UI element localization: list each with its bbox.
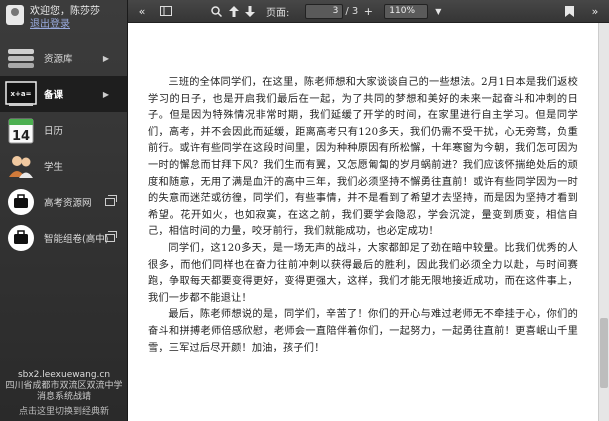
sidebar-item-lesson-prep[interactable]: x+a= 备课 ▶: [0, 76, 127, 112]
sidebar-item-label: 学生: [44, 162, 64, 173]
sidebar-item-label: 智能组卷(高中): [44, 234, 109, 245]
briefcase-icon: [4, 188, 38, 216]
school-name: 四川省成都市双流区双流中学: [5, 381, 123, 391]
sidebar-item-calendar[interactable]: 14 日历: [0, 112, 127, 148]
document-paragraph: 同学们，这120多天，是一场无声的战斗，大家都卸足了劲在暗中较量。比我们优秀的人…: [148, 242, 578, 304]
previous-page-icon[interactable]: [226, 3, 242, 19]
zoom-in-icon[interactable]: +: [360, 3, 376, 19]
search-icon[interactable]: [208, 3, 224, 19]
chevron-right-icon: ▶: [102, 89, 109, 99]
sidebar-item-students[interactable]: 学生: [0, 148, 127, 184]
svg-text:x+a=: x+a=: [11, 90, 32, 98]
sidebar: 欢迎您，陈莎莎 退出登录 资源库 ▶ x+a= 备课 ▶ 14 日历 学生 高考…: [0, 0, 128, 421]
chevron-down-icon[interactable]: ▼: [430, 3, 446, 19]
external-window-icon: [105, 231, 117, 242]
document-body: 三班的全体同学们，在这里，陈老师想和大家谈谈自己的一些想法。2月1日本是我们返校…: [128, 23, 598, 357]
sidebar-footer: sbx2.leexuewang.cn 四川省成都市双流区双流中学 消息系统战靖 …: [0, 370, 128, 421]
sidebar-item-label: 资源库: [44, 54, 73, 65]
document-page: 三班的全体同学们，在这里，陈老师想和大家谈谈自己的一些想法。2月1日本是我们返校…: [128, 23, 598, 421]
lesson-prep-icon: x+a=: [4, 80, 38, 108]
zoom-select[interactable]: 110%: [384, 3, 429, 19]
collapse-sidebar-icon[interactable]: «: [134, 3, 150, 19]
viewer-toolbar: « 页面: 3 / 3 + 110% ▼ »: [128, 0, 609, 23]
vertical-scrollbar[interactable]: [598, 23, 609, 421]
sidebar-item-gaokao-resources[interactable]: 高考资源网: [0, 184, 127, 220]
system-name: 消息系统战靖: [36, 392, 91, 402]
expand-tools-icon[interactable]: »: [587, 3, 603, 19]
sidebar-item-resources[interactable]: 资源库 ▶: [0, 40, 127, 76]
page-total: / 3: [345, 5, 359, 17]
sidebar-item-label: 日历: [44, 126, 64, 137]
sidebar-toggle-icon[interactable]: [158, 3, 174, 19]
user-avatar-icon: [6, 5, 24, 25]
user-greeting: 欢迎您，陈莎莎: [30, 6, 100, 17]
next-page-icon[interactable]: [242, 3, 258, 19]
switch-classic-link[interactable]: 点击这里切换到经典新: [0, 407, 128, 418]
students-icon: [4, 152, 38, 180]
document-paragraph: 三班的全体同学们，在这里，陈老师想和大家谈谈自己的一些想法。2月1日本是我们返校…: [148, 77, 578, 238]
logout-link[interactable]: 退出登录: [30, 18, 100, 31]
calendar-icon: 14: [4, 116, 38, 144]
calendar-day: 14: [12, 129, 30, 144]
resource-icon: [4, 44, 38, 72]
sidebar-item-smart-paper[interactable]: 智能组卷(高中): [0, 220, 127, 256]
bookmark-icon[interactable]: [561, 3, 577, 19]
external-window-icon: [105, 195, 117, 206]
document-paragraph: 最后，陈老师想说的是，同学们，辛苦了！你们的开心与难过老师无不牵挂于心，你们的奋…: [148, 309, 578, 354]
scrollbar-thumb[interactable]: [600, 318, 608, 388]
sidebar-item-label: 高考资源网: [44, 198, 92, 209]
briefcase-icon: [4, 224, 38, 252]
sidebar-item-label: 备课: [44, 90, 64, 101]
chevron-right-icon: ▶: [102, 53, 109, 63]
page-label: 页面:: [266, 7, 290, 19]
user-panel: 欢迎您，陈莎莎 退出登录: [0, 0, 127, 40]
site-url: sbx2.leexuewang.cn: [17, 370, 111, 380]
page-number-input[interactable]: 3: [305, 3, 344, 19]
